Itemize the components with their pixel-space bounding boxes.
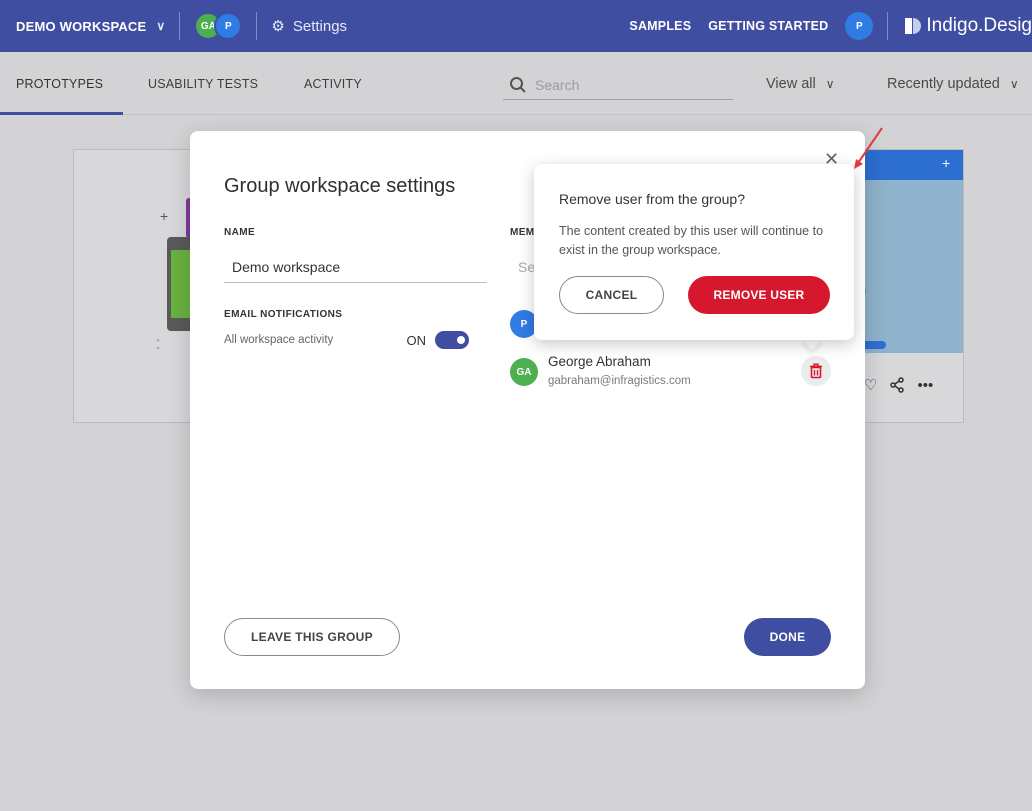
toggle-state-label: ON: [406, 332, 427, 348]
user-avatar[interactable]: P: [845, 12, 874, 40]
divider: [179, 12, 181, 40]
sort-dropdown[interactable]: Recently updated ∨: [887, 52, 1019, 115]
email-notifications-label: EMAIL NOTIFICATIONS: [224, 309, 343, 320]
toggle-knob: [457, 336, 465, 344]
member-row: GA George Abraham gabraham@infragistics.…: [510, 354, 691, 387]
chevron-down-icon: ∨: [825, 76, 835, 91]
plus-icon: +: [160, 208, 169, 224]
plus-icon: +: [942, 155, 951, 171]
done-button[interactable]: DONE: [744, 618, 831, 656]
gear-icon: ⚙: [271, 18, 285, 35]
heart-icon[interactable]: ♡: [864, 376, 877, 394]
loading-spinner-icon: ⁚: [156, 337, 161, 352]
brand-logo[interactable]: Indigo.Desig: [902, 15, 1032, 37]
sub-navigation: PROTOTYPES USABILITY TESTS ACTIVITY Sear…: [0, 52, 1032, 115]
more-icon[interactable]: •••: [917, 377, 933, 394]
sort-label: Recently updated: [887, 75, 1000, 92]
divider: [887, 12, 889, 40]
workspace-name: DEMO WORKSPACE: [16, 18, 147, 34]
workspace-name-field[interactable]: Demo workspace: [224, 251, 487, 283]
settings-label: Settings: [292, 17, 348, 35]
workspace-selector[interactable]: DEMO WORKSPACE ∨: [16, 19, 165, 34]
share-icon[interactable]: [889, 377, 905, 393]
brand-mark-icon: [905, 18, 922, 34]
trash-icon: [810, 363, 822, 379]
notifications-toggle[interactable]: ON: [406, 331, 469, 349]
card-actions: ♡ •••: [864, 376, 933, 395]
toggle-switch[interactable]: [435, 331, 469, 349]
notification-row: All workspace activity ON: [224, 331, 469, 349]
getting-started-link[interactable]: GETTING STARTED: [708, 19, 828, 33]
avatar: GA: [510, 358, 538, 386]
tab-prototypes[interactable]: PROTOTYPES: [16, 52, 103, 115]
brand-name: Indigo.Desig: [926, 15, 1032, 36]
search-icon: [510, 76, 526, 93]
member-email: gabraham@infragistics.com: [548, 375, 691, 387]
remove-user-button[interactable]: REMOVE USER: [688, 276, 830, 314]
name-label: NAME: [224, 227, 256, 238]
annotation-arrow-icon: [854, 127, 883, 169]
member-name: George Abraham: [548, 354, 651, 369]
tab-activity[interactable]: ACTIVITY: [304, 52, 362, 115]
cancel-button[interactable]: CANCEL: [559, 276, 664, 314]
remove-member-button[interactable]: [801, 356, 831, 386]
search-placeholder: Search: [535, 76, 580, 93]
view-filter-dropdown[interactable]: View all ∨: [766, 52, 835, 115]
view-filter-label: View all: [766, 75, 816, 92]
remove-user-popover: Remove user from the group? The content …: [534, 164, 854, 340]
avatar-p: P: [214, 12, 243, 40]
workspace-members-avatars[interactable]: GA P: [194, 12, 243, 40]
dialog-title: Group workspace settings: [224, 175, 456, 197]
leave-group-button[interactable]: LEAVE THIS GROUP: [224, 618, 400, 656]
search-input[interactable]: Search: [503, 70, 733, 100]
divider: [256, 12, 258, 40]
chevron-down-icon: ∨: [156, 19, 166, 33]
chevron-down-icon: ∨: [1009, 76, 1019, 91]
samples-link[interactable]: SAMPLES: [629, 19, 691, 33]
top-bar: DEMO WORKSPACE ∨ GA P ⚙ Settings SAMPLES…: [0, 0, 1032, 52]
activity-label: All workspace activity: [224, 334, 334, 346]
tab-usability-tests[interactable]: USABILITY TESTS: [148, 52, 258, 115]
popover-body: The content created by this user will co…: [559, 224, 824, 257]
prototype-thumbnail: [864, 150, 963, 353]
settings-button[interactable]: ⚙ Settings: [271, 17, 348, 36]
active-tab-indicator: [0, 112, 123, 115]
members-label: MEM: [510, 227, 535, 238]
phone-screen: [171, 250, 191, 318]
popover-title: Remove user from the group?: [559, 191, 745, 207]
member-info: George Abraham gabraham@infragistics.com: [548, 354, 691, 387]
